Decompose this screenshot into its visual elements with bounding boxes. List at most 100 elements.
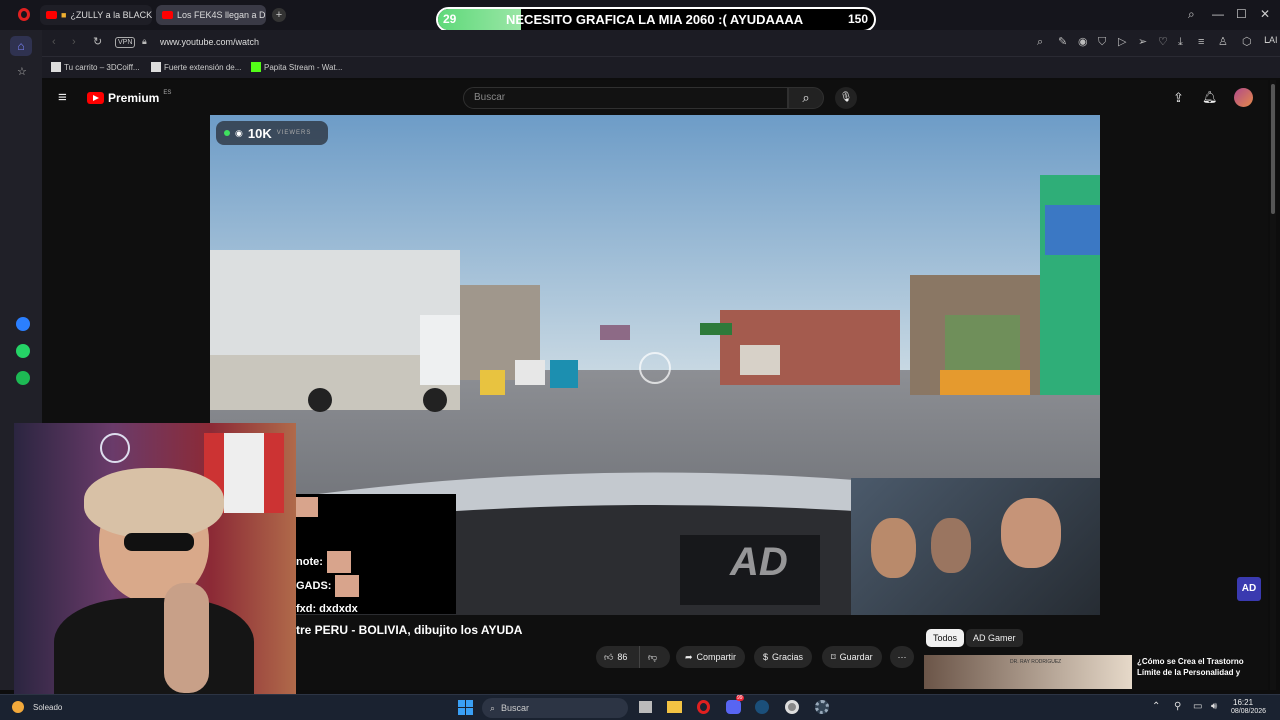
mic-button[interactable]: 🎙︎ bbox=[835, 87, 857, 109]
tab-zully[interactable]: ■ ¿ZULLY a la BLACKLIS bbox=[40, 5, 152, 25]
bookmark-item[interactable]: Tu carrito – 3DCoiff... bbox=[51, 62, 140, 72]
star-icon[interactable]: ☆ bbox=[17, 67, 27, 78]
youtube-play-icon bbox=[87, 92, 104, 104]
maximize-icon[interactable]: ☐ bbox=[1236, 7, 1247, 21]
reload-icon[interactable]: ↻ bbox=[93, 37, 102, 48]
chevron-up-icon[interactable]: ⌃ bbox=[1152, 701, 1160, 712]
heart-icon[interactable]: ♡ bbox=[1158, 37, 1168, 48]
share-label: Compartir bbox=[696, 652, 737, 662]
messenger-icon[interactable] bbox=[16, 317, 30, 331]
home-icon[interactable]: ⌂ bbox=[10, 36, 32, 56]
bookmark-favicon-icon bbox=[151, 62, 161, 72]
taskbar-search[interactable]: ⌕ Buscar bbox=[482, 698, 628, 718]
tab-label: Los FEK4S llegan a DESAG bbox=[177, 10, 266, 20]
share-button[interactable]: ➦ Compartir bbox=[676, 646, 746, 668]
vpn-badge[interactable]: VPN bbox=[115, 37, 136, 48]
chat-line: GADS: bbox=[296, 575, 360, 597]
viewers-label: VIEWERS bbox=[276, 130, 312, 136]
extensions-icon[interactable]: ⬡ bbox=[1242, 37, 1252, 48]
task-view-icon[interactable] bbox=[639, 701, 652, 713]
weather-label[interactable]: Soleado bbox=[33, 703, 62, 712]
streamer-webcam bbox=[14, 423, 296, 708]
new-tab-button[interactable]: + bbox=[272, 8, 286, 22]
steam-icon[interactable] bbox=[755, 700, 769, 714]
ai-label: AI bbox=[1269, 35, 1278, 45]
planet-neon-icon bbox=[100, 433, 130, 463]
recommended-video-title[interactable]: ¿Cómo se Crea el Trastorno Límite de la … bbox=[1137, 656, 1257, 686]
video-title: tre PERU - BOLIVIA, dibujito los AYUDA bbox=[296, 623, 523, 637]
network-icon[interactable]: ▭ bbox=[1193, 701, 1202, 712]
tab-active-video[interactable]: Los FEK4S llegan a DESAG bbox=[156, 5, 266, 25]
discord-icon[interactable] bbox=[726, 700, 741, 714]
youtube-logo[interactable]: Premium ES bbox=[87, 90, 171, 105]
notifications-bell-icon[interactable]: 🔔︎ bbox=[1202, 90, 1217, 104]
profile-icon[interactable]: ♙ bbox=[1218, 37, 1228, 48]
opera-icon[interactable] bbox=[697, 700, 710, 714]
upload-icon[interactable]: ⇪ bbox=[1173, 90, 1184, 106]
bookmark-item[interactable]: Fuerte extensión de... bbox=[151, 62, 241, 72]
taskbar-search-placeholder: Buscar bbox=[501, 703, 530, 713]
thumbs-down-icon: 👎︎ bbox=[648, 651, 658, 662]
spotify-icon[interactable] bbox=[16, 371, 30, 385]
stream-chat-overlay: note: GADS: fxd: dxdxdx bbox=[296, 494, 456, 615]
bookmark-label: Fuerte extensión de... bbox=[164, 62, 242, 72]
recommended-video-thumbnail[interactable]: DR. RAY RODRIGUEZ bbox=[924, 655, 1132, 689]
save-button[interactable]: ⌑ Guardar bbox=[822, 646, 882, 668]
clock-date[interactable]: 08/08/2026 bbox=[1231, 708, 1266, 715]
settings-gear-icon[interactable] bbox=[815, 700, 829, 714]
shield-icon[interactable]: ⛉ bbox=[1098, 37, 1106, 48]
weather-icon bbox=[12, 701, 24, 713]
microphone-icon: 🎙︎ bbox=[839, 92, 853, 103]
camera-icon[interactable]: ◉ bbox=[1078, 37, 1088, 48]
chat-username: GADS: bbox=[296, 580, 332, 592]
send-icon[interactable]: ➢ bbox=[1138, 37, 1147, 48]
page-scrollbar[interactable] bbox=[1270, 80, 1276, 690]
like-button[interactable]: 👍︎ 86 bbox=[596, 646, 640, 668]
hamburger-menu-icon[interactable]: ≡ bbox=[58, 89, 67, 106]
aria-ai-button[interactable]: ᒪAI bbox=[1264, 35, 1278, 46]
location-icon: ⚲ bbox=[1174, 701, 1182, 712]
discord-badge-count: 99 bbox=[736, 695, 744, 701]
avatar[interactable] bbox=[1234, 88, 1253, 107]
chip-label: Todos bbox=[933, 633, 958, 643]
zoom-icon[interactable]: ⌕ bbox=[1037, 37, 1043, 48]
thanks-button[interactable]: $ Gracias bbox=[754, 646, 813, 668]
chip-todos[interactable]: Todos bbox=[926, 629, 965, 647]
close-icon[interactable]: ✕ bbox=[1260, 7, 1270, 21]
more-actions-button[interactable]: ··· bbox=[890, 646, 914, 668]
windows-taskbar: Soleado ⌕ Buscar 99 ⌃ ⚲ ▭ 🔊︎ 16:21 08/08… bbox=[0, 694, 1280, 720]
channel-badge[interactable]: AD bbox=[1237, 577, 1261, 601]
dislike-button[interactable]: 👎︎ bbox=[640, 652, 657, 663]
whatsapp-icon[interactable] bbox=[16, 344, 30, 358]
bookmark-icon: ⌑ bbox=[831, 651, 836, 662]
chip-ad-gamer[interactable]: AD Gamer bbox=[966, 629, 1023, 647]
url-field[interactable]: www.youtube.com/watch bbox=[160, 37, 259, 47]
chrome-icon[interactable] bbox=[785, 700, 799, 714]
forward-icon[interactable]: › bbox=[72, 37, 76, 48]
thumbs-up-icon: 👍︎ bbox=[604, 651, 614, 662]
chat-line: fxd: dxdxdx bbox=[296, 603, 358, 615]
file-explorer-icon[interactable] bbox=[667, 701, 682, 713]
viewers-badge: ◉ 10K VIEWERS bbox=[216, 121, 328, 145]
chat-emote-icon bbox=[335, 575, 360, 597]
thanks-label: Gracias bbox=[772, 652, 804, 662]
menu-icon[interactable]: ≡ bbox=[1198, 37, 1204, 48]
opera-logo-icon[interactable] bbox=[18, 8, 30, 21]
volume-icon[interactable]: 🔊︎ bbox=[1211, 701, 1217, 712]
search-button[interactable]: ⌕ bbox=[788, 87, 824, 109]
edit-icon[interactable]: ✎ bbox=[1058, 37, 1067, 48]
browser-titlebar: ■ ¿ZULLY a la BLACKLIS Los FEK4S llegan … bbox=[0, 0, 1280, 32]
search-input[interactable]: Buscar bbox=[463, 87, 788, 109]
bookmark-item[interactable]: Papita Stream - Wat... bbox=[251, 62, 342, 72]
play-icon[interactable]: ▷ bbox=[1118, 37, 1126, 48]
search-tabs-icon[interactable]: ⌕ bbox=[1188, 7, 1195, 22]
clock-time[interactable]: 16:21 bbox=[1233, 698, 1253, 707]
back-icon[interactable]: ‹ bbox=[52, 37, 56, 48]
tab-label: ¿ZULLY a la BLACKLIS bbox=[70, 10, 152, 20]
minimize-icon[interactable]: — bbox=[1212, 7, 1224, 21]
chat-line: note: bbox=[296, 551, 351, 573]
download-icon[interactable]: ⤓ bbox=[1178, 37, 1183, 48]
bookmark-label: Tu carrito – 3DCoiff... bbox=[64, 62, 140, 72]
start-button[interactable] bbox=[458, 700, 473, 715]
folder-icon: ■ bbox=[61, 10, 67, 20]
